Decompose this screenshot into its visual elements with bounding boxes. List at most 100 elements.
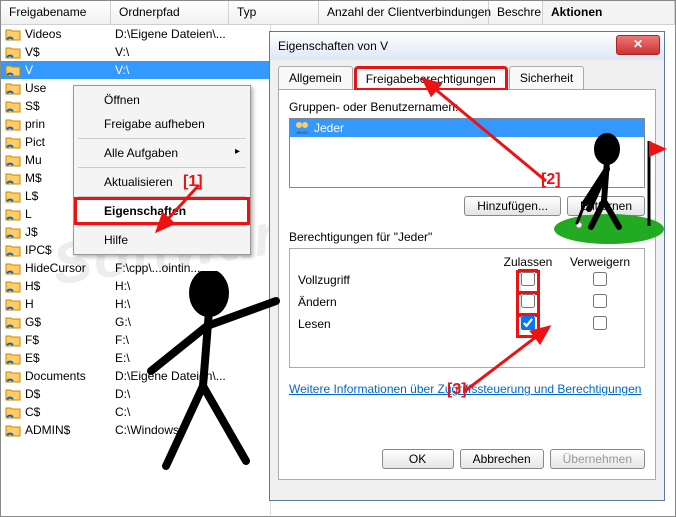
close-icon[interactable]: ✕ (616, 35, 660, 55)
tab-general[interactable]: Allgemein (278, 66, 353, 89)
remove-button[interactable]: Entfernen (567, 196, 645, 216)
dialog-body: Gruppen- oder Benutzernamen: Jeder Hinzu… (278, 90, 656, 480)
perm-change-allow-checkbox[interactable] (521, 294, 535, 308)
group-item-everyone[interactable]: Jeder (290, 119, 644, 137)
perm-change-label: Ändern (298, 295, 492, 309)
list-item[interactable]: VideosD:\Eigene Dateien\... (1, 25, 270, 43)
perm-read-label: Lesen (298, 317, 492, 331)
share-folder-icon (5, 27, 21, 41)
list-item[interactable]: DocumentsD:\Eigene Dateien\... (1, 367, 270, 385)
header-description[interactable]: Beschre (489, 1, 543, 24)
share-name: Videos (25, 27, 115, 41)
more-info-link[interactable]: Weitere Informationen über Zugriffssteue… (289, 382, 645, 396)
share-path: C:\ (115, 405, 270, 419)
share-path: G:\ (115, 315, 270, 329)
share-folder-icon (5, 189, 21, 203)
ctx-open[interactable]: Öffnen (76, 88, 248, 112)
header-actions[interactable]: Aktionen (543, 1, 675, 24)
share-folder-icon (5, 351, 21, 365)
list-item[interactable]: D$D:\ (1, 385, 270, 403)
groups-label: Gruppen- oder Benutzernamen: (289, 100, 645, 114)
header-type[interactable]: Typ (229, 1, 319, 24)
ctx-separator (78, 225, 246, 226)
header-connections[interactable]: Anzahl der Clientverbindungen (319, 1, 489, 24)
share-path: V:\ (115, 45, 270, 59)
perm-full-deny-checkbox[interactable] (593, 272, 607, 286)
share-name: E$ (25, 351, 115, 365)
header-folderpath[interactable]: Ordnerpfad (111, 1, 229, 24)
ctx-unshare[interactable]: Freigabe aufheben (76, 112, 248, 136)
permissions-table: Zulassen Verweigern Vollzugriff Ändern L… (289, 248, 645, 368)
add-button[interactable]: Hinzufügen... (464, 196, 561, 216)
list-item[interactable]: VV:\ (1, 61, 270, 79)
share-name: V (25, 63, 115, 77)
perm-full-allow-checkbox[interactable] (521, 272, 535, 286)
share-folder-icon (5, 261, 21, 275)
share-name: H$ (25, 279, 115, 293)
ctx-refresh[interactable]: Aktualisieren (76, 170, 248, 194)
perm-change-deny-checkbox[interactable] (593, 294, 607, 308)
share-path: E:\ (115, 351, 270, 365)
properties-dialog: Eigenschaften von V ✕ Allgemein Freigabe… (269, 31, 665, 501)
list-item[interactable]: V$V:\ (1, 43, 270, 61)
share-path: D:\Eigene Dateien\... (115, 27, 270, 41)
share-path: F:\cpp\...ointin... (115, 261, 270, 275)
share-path: V:\ (115, 63, 270, 77)
share-folder-icon (5, 387, 21, 401)
share-folder-icon (5, 117, 21, 131)
share-path: H:\ (115, 297, 270, 311)
list-item[interactable]: ADMIN$C:\Windows (1, 421, 270, 439)
list-item[interactable]: G$G:\ (1, 313, 270, 331)
ctx-separator (78, 196, 246, 197)
share-name: D$ (25, 387, 115, 401)
share-path: C:\Windows (115, 423, 270, 437)
list-item[interactable]: C$C:\ (1, 403, 270, 421)
list-item[interactable]: HH:\ (1, 295, 270, 313)
ctx-separator (78, 138, 246, 139)
share-folder-icon (5, 297, 21, 311)
list-item[interactable]: F$F:\ (1, 331, 270, 349)
col-allow: Zulassen (492, 255, 564, 269)
users-icon (294, 121, 310, 135)
permissions-label: Berechtigungen für "Jeder" (289, 230, 645, 244)
ctx-help[interactable]: Hilfe (76, 228, 248, 252)
header-sharename[interactable]: Freigabename (1, 1, 111, 24)
share-folder-icon (5, 279, 21, 293)
perm-read-allow-checkbox[interactable] (521, 316, 535, 330)
share-name: Documents (25, 369, 115, 383)
share-path: D:\ (115, 387, 270, 401)
share-folder-icon (5, 405, 21, 419)
cancel-button[interactable]: Abbrechen (460, 449, 544, 469)
column-headers: Freigabename Ordnerpfad Typ Anzahl der C… (1, 1, 675, 25)
share-folder-icon (5, 333, 21, 347)
share-name: ADMIN$ (25, 423, 115, 437)
apply-button[interactable]: Übernehmen (550, 449, 645, 469)
ctx-all-tasks[interactable]: Alle Aufgaben (76, 141, 248, 165)
share-folder-icon (5, 63, 21, 77)
share-folder-icon (5, 81, 21, 95)
list-item[interactable]: H$H:\ (1, 277, 270, 295)
share-name: HideCursor (25, 261, 115, 275)
share-folder-icon (5, 153, 21, 167)
share-folder-icon (5, 171, 21, 185)
context-menu: Öffnen Freigabe aufheben Alle Aufgaben A… (73, 85, 251, 255)
list-item[interactable]: E$E:\ (1, 349, 270, 367)
group-listbox[interactable]: Jeder (289, 118, 645, 188)
share-name: C$ (25, 405, 115, 419)
perm-read-deny-checkbox[interactable] (593, 316, 607, 330)
group-item-label: Jeder (314, 121, 344, 135)
share-name: V$ (25, 45, 115, 59)
ctx-properties[interactable]: Eigenschaften (76, 199, 248, 223)
tab-security[interactable]: Sicherheit (509, 66, 584, 89)
tab-share-permissions[interactable]: Freigabeberechtigungen (355, 67, 507, 90)
share-name: H (25, 297, 115, 311)
share-path: F:\ (115, 333, 270, 347)
ctx-separator (78, 167, 246, 168)
share-name: G$ (25, 315, 115, 329)
share-folder-icon (5, 45, 21, 59)
dialog-titlebar[interactable]: Eigenschaften von V ✕ (270, 32, 664, 60)
share-name: F$ (25, 333, 115, 347)
share-folder-icon (5, 225, 21, 239)
list-item[interactable]: HideCursorF:\cpp\...ointin... (1, 259, 270, 277)
ok-button[interactable]: OK (382, 449, 454, 469)
